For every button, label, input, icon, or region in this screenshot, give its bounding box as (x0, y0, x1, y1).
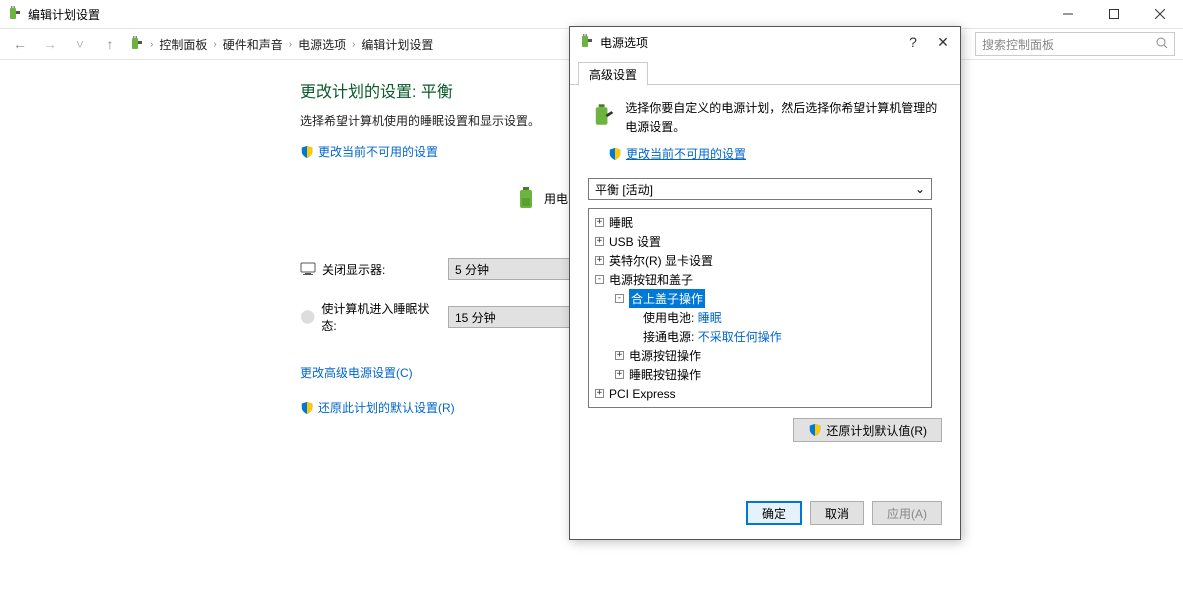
expand-icon[interactable]: + (595, 218, 604, 227)
expand-icon[interactable]: + (595, 237, 604, 246)
breadcrumb-edit-plan[interactable]: 编辑计划设置 (361, 36, 433, 53)
apply-button[interactable]: 应用(A) (872, 501, 942, 525)
breadcrumb-hardware[interactable]: 硬件和声音 (223, 36, 283, 53)
tree-usb[interactable]: + USB 设置 (589, 232, 931, 251)
shield-icon (808, 423, 822, 437)
ok-button[interactable]: 确定 (746, 501, 802, 525)
minimize-button[interactable] (1045, 0, 1091, 28)
expand-icon[interactable]: + (595, 256, 604, 265)
dialog-title: 电源选项 (600, 34, 648, 51)
expand-icon[interactable]: + (595, 389, 604, 398)
tree-lid-close[interactable]: -合上盖子操作 (589, 289, 931, 308)
restore-plan-defaults-label: 还原计划默认值(R) (826, 422, 927, 439)
recent-dropdown[interactable]: ˅ (68, 36, 92, 52)
tree-intel-label: 英特尔(R) 显卡设置 (609, 252, 713, 269)
expand-icon[interactable]: + (615, 370, 624, 379)
up-button[interactable]: ↑ (98, 36, 122, 52)
tree-lid-battery-value[interactable]: 睡眠 (698, 309, 722, 326)
apply-label: 应用(A) (887, 505, 927, 522)
tree-lid-plugged[interactable]: 接通电源: 不采取任何操作 (589, 327, 931, 346)
plan-select-value: 平衡 [活动] (595, 181, 653, 198)
plan-select[interactable]: 平衡 [活动] ⌄ (588, 178, 932, 200)
tree-pci-label: PCI Express (609, 387, 676, 401)
dialog-title-bar: 电源选项 ? ✕ (570, 27, 960, 57)
breadcrumb-sep: › (352, 39, 355, 50)
shield-icon (300, 145, 314, 159)
cancel-button[interactable]: 取消 (810, 501, 864, 525)
title-bar: 编辑计划设置 (0, 0, 1183, 28)
expand-icon[interactable]: + (615, 351, 624, 360)
breadcrumb-sep: › (289, 39, 292, 50)
dialog-buttons: 确定 取消 应用(A) (570, 487, 960, 539)
power-icon (578, 34, 594, 50)
close-button[interactable] (1137, 0, 1183, 28)
moon-icon (300, 309, 315, 325)
dialog-close-button[interactable]: ✕ (934, 34, 952, 51)
window-title: 编辑计划设置 (28, 6, 100, 23)
chevron-down-icon: ⌄ (915, 182, 925, 196)
monitor-icon (300, 261, 316, 277)
tree-power-buttons-label: 电源按钮和盖子 (609, 271, 693, 288)
breadcrumb-power[interactable]: 电源选项 (298, 36, 346, 53)
maximize-button[interactable] (1091, 0, 1137, 28)
tree-lid-plugged-value[interactable]: 不采取任何操作 (698, 328, 782, 345)
collapse-icon[interactable]: - (595, 275, 604, 284)
tree-sleep-button-action[interactable]: + 睡眠按钮操作 (589, 365, 931, 384)
sleep-value: 15 分钟 (455, 309, 496, 326)
tab-advanced[interactable]: 高级设置 (578, 62, 648, 86)
tree-pci-express[interactable]: + PCI Express (589, 384, 931, 403)
dialog-intro-text: 选择你要自定义的电源计划，然后选择你希望计算机管理的电源设置。 (625, 99, 942, 137)
back-button[interactable]: ← (8, 36, 32, 52)
tree-usb-label: USB 设置 (609, 233, 661, 250)
collapse-icon[interactable]: - (615, 294, 624, 303)
tab-strip: 高级设置 (570, 57, 960, 85)
window-controls (1045, 0, 1183, 28)
search-placeholder: 搜索控制面板 (982, 36, 1054, 53)
power-plan-icon (128, 36, 144, 52)
battery-icon (512, 184, 540, 212)
breadcrumb-control-panel[interactable]: 控制面板 (159, 36, 207, 53)
tree-lid-close-label: 合上盖子操作 (629, 289, 705, 308)
turn-off-display-label: 关闭显示器: (322, 261, 385, 278)
tree-sleep-button-action-label: 睡眠按钮操作 (629, 366, 701, 383)
help-button[interactable]: ? (904, 34, 922, 50)
cancel-label: 取消 (825, 505, 849, 522)
power-options-dialog: 电源选项 ? ✕ 高级设置 选择你要自定义的电源计划，然后选择你希望计算机管理的… (569, 26, 961, 540)
breadcrumb-sep: › (213, 39, 216, 50)
power-plan-icon (6, 6, 22, 22)
change-unavailable-link[interactable]: 更改当前不可用的设置 (318, 143, 438, 160)
tree-intel-graphics[interactable]: + 英特尔(R) 显卡设置 (589, 251, 931, 270)
tree-lid-battery[interactable]: 使用电池: 睡眠 (589, 308, 931, 327)
shield-icon (608, 147, 622, 161)
tree-power-button-action[interactable]: + 电源按钮操作 (589, 346, 931, 365)
search-input[interactable]: 搜索控制面板 (975, 32, 1175, 56)
restore-defaults-link[interactable]: 还原此计划的默认设置(R) (318, 399, 455, 416)
restore-plan-defaults-button[interactable]: 还原计划默认值(R) (793, 418, 942, 442)
dialog-body: 选择你要自定义的电源计划，然后选择你希望计算机管理的电源设置。 更改当前不可用的… (570, 85, 960, 487)
settings-tree[interactable]: +睡眠 +USB 设置 +英特尔(R) 显卡设置 -电源按钮和盖子 -合上盖子操… (588, 208, 932, 408)
sleep-label: 使计算机进入睡眠状态: (321, 300, 440, 334)
breadcrumb-sep: › (150, 39, 153, 50)
dialog-intro: 选择你要自定义的电源计划，然后选择你希望计算机管理的电源设置。 (588, 99, 942, 137)
forward-button[interactable]: → (38, 36, 62, 52)
shield-icon (300, 401, 314, 415)
tree-sleep[interactable]: + 睡眠 (589, 213, 931, 232)
restore-button-row: 还原计划默认值(R) (588, 418, 942, 442)
search-icon (1156, 37, 1168, 52)
dialog-change-unavailable-row: 更改当前不可用的设置 (608, 145, 942, 162)
tree-sleep-label: 睡眠 (609, 214, 633, 231)
tree-power-button-action-label: 电源按钮操作 (629, 347, 701, 364)
tab-advanced-label: 高级设置 (589, 66, 637, 83)
ok-label: 确定 (762, 505, 786, 522)
tree-lid-battery-label: 使用电池: (643, 309, 694, 326)
power-large-icon (588, 99, 615, 131)
turn-off-display-value: 5 分钟 (455, 261, 489, 278)
tree-lid-plugged-label: 接通电源: (643, 328, 694, 345)
tree-power-buttons[interactable]: -电源按钮和盖子 (589, 270, 931, 289)
dialog-change-unavailable-link[interactable]: 更改当前不可用的设置 (626, 145, 746, 162)
on-battery-header: 用电 (544, 190, 568, 207)
